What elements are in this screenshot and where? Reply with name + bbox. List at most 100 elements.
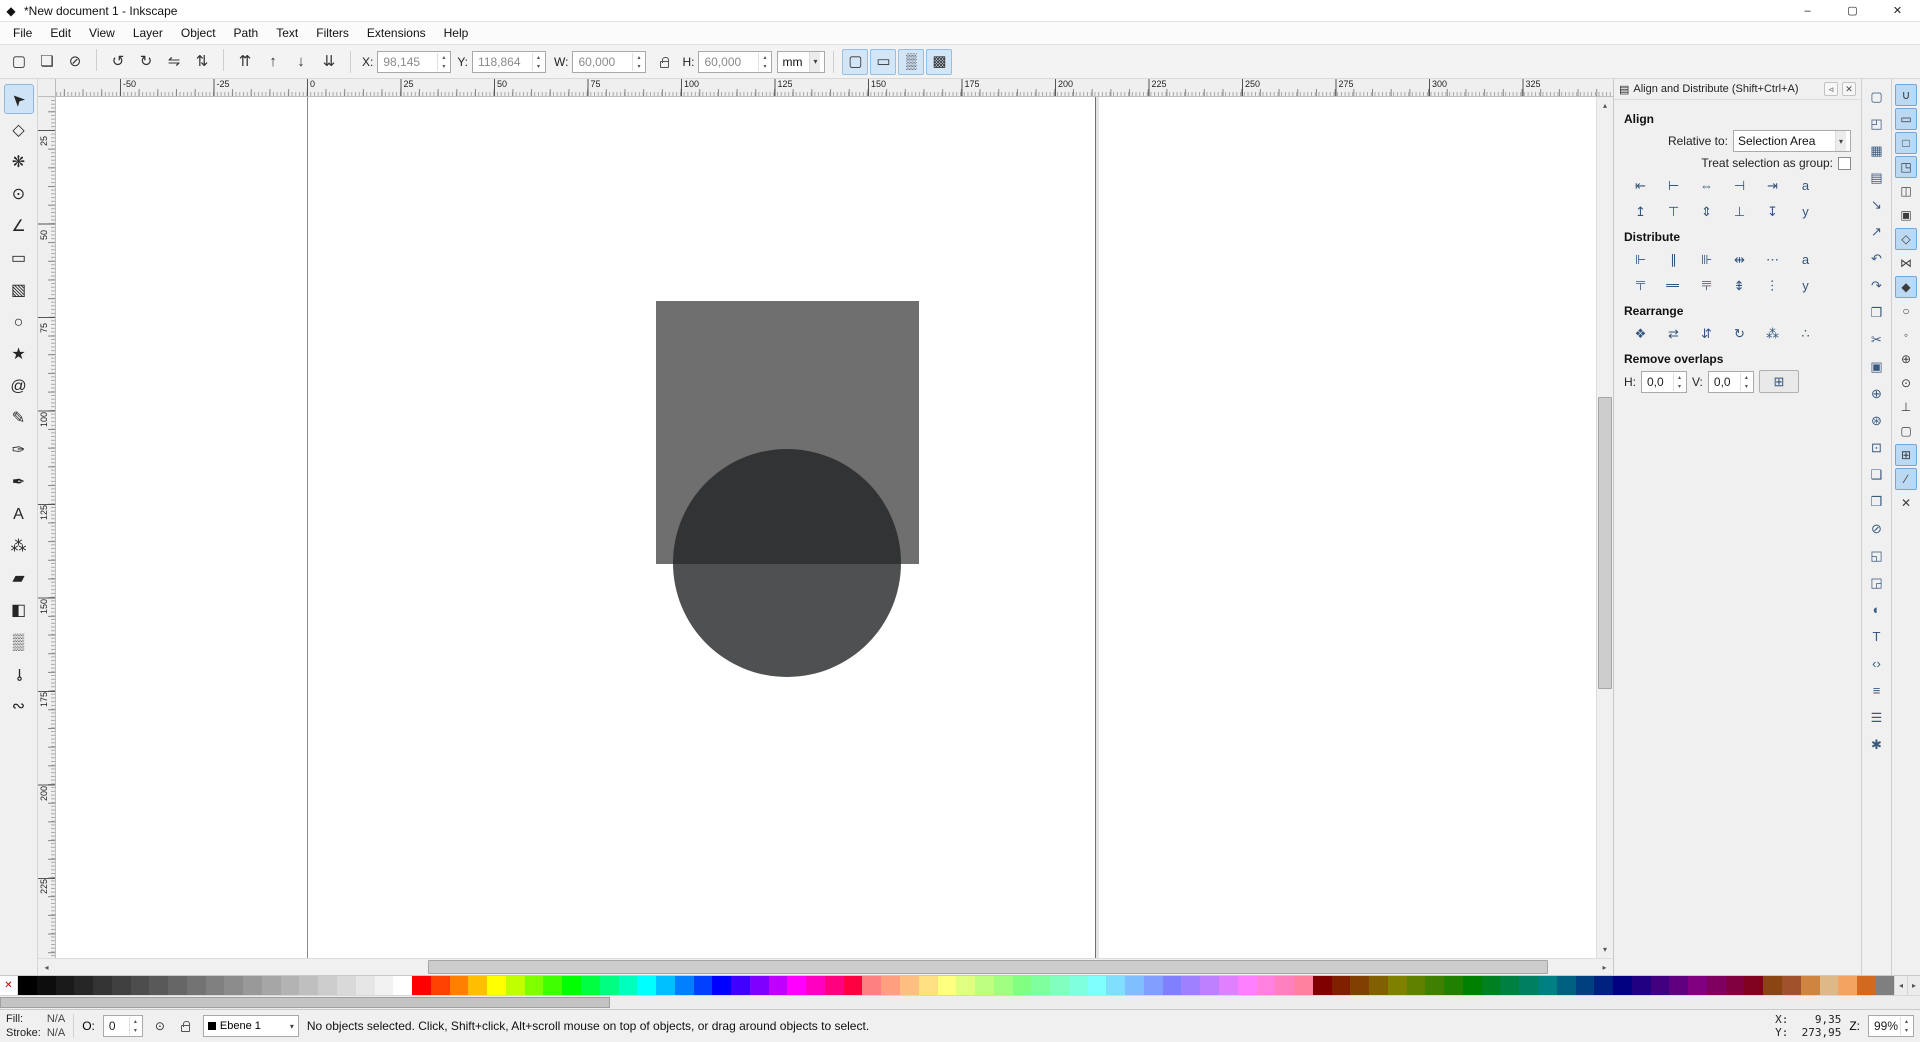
snap-object-centers-button[interactable]: ⊕ [1895,348,1917,370]
palette-swatch[interactable] [1312,976,1332,995]
snap-text-baselines-button[interactable]: ⊥ [1895,396,1917,418]
palette-swatch[interactable] [1481,976,1501,995]
palette-swatch[interactable] [1819,976,1839,995]
palette-swatch[interactable] [1294,976,1313,995]
selector-tool[interactable]: ➤ [3,84,34,114]
zoom-to-fit-selection-button[interactable]: ⊕ [1865,381,1889,405]
snap-nodes-button[interactable]: ◇ [1895,228,1917,250]
minimize-button[interactable]: – [1785,0,1830,22]
palette-swatch[interactable] [1350,976,1370,995]
snap-bbox-edges-button[interactable]: □ [1895,132,1917,154]
zoom-to-fit-page-button[interactable]: ⊡ [1865,435,1889,459]
palette-swatch[interactable] [1594,976,1614,995]
rotate-cw-button[interactable]: ↻ [133,49,159,75]
palette-scroll-left-arrow[interactable]: ◂ [1894,976,1907,995]
no-color-swatch[interactable]: ✕ [0,976,18,995]
measure-tool[interactable]: ∠ [4,212,34,242]
redo-button[interactable]: ↷ [1865,273,1889,297]
scale-stroke-toggle[interactable]: ▢ [842,48,869,75]
palette-swatch[interactable] [1200,976,1219,995]
distribute-left-edges-button[interactable]: ⊩ [1626,248,1655,271]
make-horizontal-gaps-equal-button[interactable]: ⇹ [1725,248,1754,271]
palette-swatch[interactable] [487,976,506,995]
palette-swatch[interactable] [1725,976,1745,995]
raise-to-top-button[interactable]: ⇈ [232,49,258,75]
palette-swatch[interactable] [74,976,94,995]
text-dialog-button[interactable]: T [1865,624,1889,648]
dock-collapse-button[interactable]: ◃ [1824,82,1838,96]
remove-overlaps-button[interactable]: ⊞ [1758,370,1799,393]
palette-swatch[interactable] [1406,976,1426,995]
spinner-arrows[interactable] [437,52,449,71]
dock-close-button[interactable]: ✕ [1842,82,1856,96]
palette-swatch[interactable] [205,976,225,995]
spinner-arrows[interactable] [532,52,544,71]
move-patterns-toggle[interactable]: ▩ [926,48,953,75]
distribute-text-anchors-horizontally-button[interactable]: ⋯ [1758,248,1787,271]
menu-path[interactable]: Path [225,23,268,43]
palette-swatch[interactable] [1763,976,1782,995]
fill-stroke-dialog-button[interactable]: ◐ [1865,597,1889,621]
bezier-pen-tool[interactable]: ✑ [4,436,34,466]
scale-corners-toggle[interactable]: ▭ [870,48,897,75]
lower-to-bottom-button[interactable]: ⇊ [316,49,342,75]
palette-swatch[interactable] [1650,976,1670,995]
new-document-button[interactable]: ▢ [1865,84,1889,108]
maximize-button[interactable]: ▢ [1830,0,1875,22]
spinner-arrows[interactable] [1739,372,1752,391]
create-clone-button[interactable]: ❒ [1865,489,1889,513]
rotate-ccw-button[interactable]: ↺ [105,49,131,75]
palette-swatch[interactable] [430,976,450,995]
spinner-arrows[interactable] [1673,372,1685,391]
palette-swatch[interactable] [731,976,750,995]
palette-swatch[interactable] [280,976,300,995]
palette-swatch[interactable] [749,976,769,995]
unclump-button[interactable]: ∴ [1791,322,1820,345]
preferences-button[interactable]: ✱ [1865,732,1889,756]
raise-button[interactable]: ↑ [260,49,286,75]
paste-button[interactable]: ▣ [1865,354,1889,378]
palette-swatch[interactable] [261,976,281,995]
palette-swatch[interactable] [243,976,262,995]
exchange-in-selection-order-button[interactable]: ⇄ [1659,322,1688,345]
menu-extensions[interactable]: Extensions [358,23,435,43]
spinner-arrows[interactable] [758,52,770,71]
fill-stroke-indicator[interactable]: Fill: Stroke: N/A N/A [6,1012,65,1040]
lower-button[interactable]: ↓ [288,49,314,75]
snap-enable-button[interactable]: ∪ [1895,84,1917,106]
palette-swatch[interactable] [975,976,994,995]
align-dialog-button[interactable]: ≡ [1865,678,1889,702]
palette-swatch[interactable] [111,976,131,995]
align-bottom-edges-to-top-of-anchor-button[interactable]: ↥ [1626,200,1655,223]
menu-object[interactable]: Object [172,23,225,43]
palette-swatch[interactable] [937,976,957,995]
align-top-edges-to-bottom-of-anchor-button[interactable]: ↧ [1758,200,1787,223]
palette-scroll-right-arrow[interactable]: ▸ [1907,976,1920,995]
palette-swatch[interactable] [806,976,825,995]
palette-swatch[interactable] [1556,976,1576,995]
palette-swatch[interactable] [1519,976,1539,995]
center-on-horizontal-axis-button[interactable]: ⇕ [1692,200,1721,223]
palette-swatch[interactable] [1275,976,1295,995]
palette-swatch[interactable] [1500,976,1520,995]
spiral-tool[interactable]: @ [4,372,34,402]
menu-help[interactable]: Help [435,23,478,43]
palette-swatch[interactable] [1219,976,1238,995]
align-text-baselines-button[interactable]: y [1791,200,1820,223]
palette-swatch[interactable] [674,976,694,995]
distribute-text-baselines-vertically-button[interactable]: y [1791,274,1820,297]
palette-swatch[interactable] [36,976,56,995]
unlink-clone-button[interactable]: ⊘ [1865,516,1889,540]
make-vertical-gaps-equal-button[interactable]: ⇹ [1725,274,1754,297]
palette-swatch[interactable] [524,976,544,995]
snap-bbox-edge-midpoints-button[interactable]: ◫ [1895,180,1917,202]
import-bitmap-button[interactable]: ↘ [1865,192,1889,216]
canvas-circle-object[interactable] [673,449,901,677]
palette-swatch[interactable] [1256,976,1276,995]
palette-swatch[interactable] [1050,976,1069,995]
palette-swatch[interactable] [186,976,206,995]
palette-swatch[interactable] [1575,976,1595,995]
move-gradients-toggle[interactable]: ▒ [898,48,925,75]
relative-to-select[interactable]: Selection Area ▾ [1733,130,1851,152]
save-document-button[interactable]: ▦ [1865,138,1889,162]
